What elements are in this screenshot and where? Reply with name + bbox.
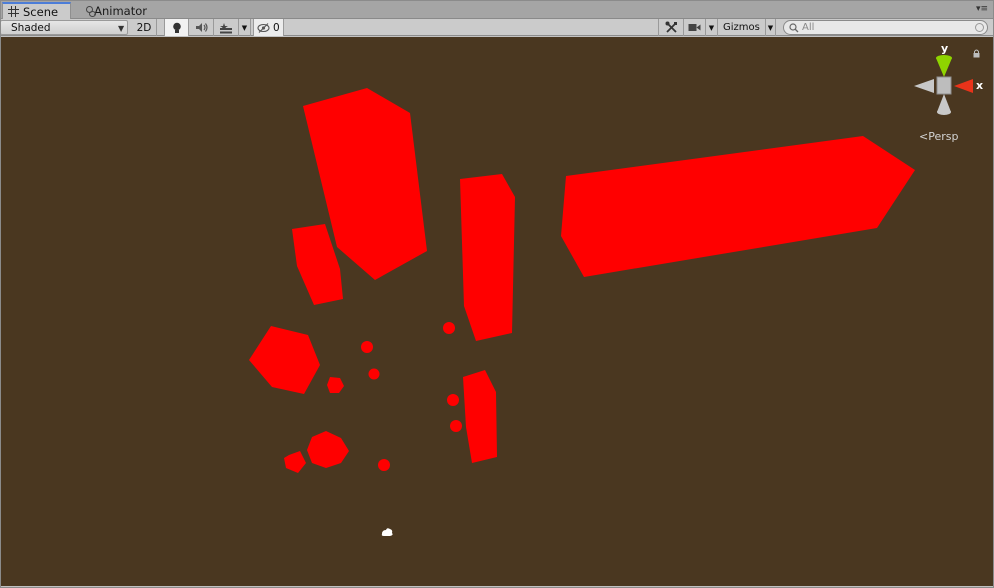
projection-label: Persp (928, 130, 959, 143)
scene-object-lower-pillar[interactable] (463, 370, 497, 463)
scene-object-pentagon[interactable] (284, 451, 306, 473)
speaker-icon (195, 23, 208, 32)
scene-toolbar: Shaded ▼ 2D ▼ 0 ▼ Gizmos ▼ All (0, 19, 994, 36)
tab-animator-label: Animator (94, 3, 147, 18)
tab-animator[interactable]: Animator (79, 2, 153, 19)
scene-object-dot[interactable] (447, 394, 459, 406)
scene-search-field[interactable] (783, 20, 988, 35)
2d-mode-button[interactable]: 2D (132, 19, 157, 36)
chevron-down-icon: ▼ (118, 24, 125, 33)
scene-object-dot[interactable] (443, 322, 455, 334)
effects-icon (220, 22, 232, 33)
gizmo-center-cube[interactable] (936, 76, 952, 95)
camera-settings-button[interactable] (684, 19, 706, 36)
search-icon (789, 22, 799, 32)
scene-viewport[interactable]: y x <Persp (1, 37, 993, 586)
scene-object-octagon[interactable] (307, 431, 349, 468)
eye-slash-icon (257, 22, 270, 33)
tab-menu-icon[interactable]: ▾≡ (976, 5, 988, 14)
gizmo-neg-x-cone[interactable] (914, 79, 934, 93)
shading-mode-dropdown[interactable]: Shaded ▼ (0, 20, 128, 35)
lightbulb-icon (172, 22, 181, 33)
perspective-icon: < (919, 130, 929, 143)
lock-icon[interactable] (973, 49, 980, 58)
camera-dropdown-arrow[interactable]: ▼ (706, 19, 718, 36)
projection-toggle[interactable]: <Persp (919, 130, 958, 143)
search-clear-icon[interactable] (975, 23, 984, 32)
gizmos-button[interactable]: Gizmos (718, 19, 766, 36)
tools-button[interactable] (658, 19, 684, 36)
search-input[interactable] (802, 22, 972, 33)
unity-scene-window: Scene Animator ▾≡ Shaded ▼ 2D ▼ 0 ▼ Gizm… (0, 0, 994, 588)
scene-object-dot[interactable] (450, 420, 462, 432)
animator-icon (84, 5, 97, 17)
hidden-count: 0 (272, 21, 280, 34)
scene-object-long-beam[interactable] (561, 136, 915, 277)
audio-toggle-button[interactable] (189, 19, 214, 36)
effects-toggle-button[interactable] (214, 19, 239, 36)
shading-mode-value: Shaded (11, 21, 51, 34)
scene-object-cloud[interactable] (381, 528, 393, 536)
camera-icon (688, 24, 701, 31)
gizmo-x-cone[interactable] (954, 79, 973, 93)
gizmo-y-label: y (941, 42, 948, 55)
tab-strip: Scene Animator ▾≡ (0, 0, 994, 19)
scene-object-dot[interactable] (378, 459, 390, 471)
scene-object-dot[interactable] (361, 341, 373, 353)
scene-object-small-hex[interactable] (327, 377, 344, 393)
tab-scene[interactable]: Scene (2, 2, 71, 19)
effects-dropdown-arrow[interactable]: ▼ (239, 19, 251, 36)
lighting-toggle-button[interactable] (164, 19, 189, 36)
grid-icon (8, 6, 19, 17)
tools-icon (665, 21, 677, 33)
scene-canvas[interactable]: y x (1, 37, 993, 586)
gizmo-x-label: x (976, 79, 983, 92)
hidden-objects-toggle[interactable]: 0 (253, 19, 284, 36)
scene-object-dot[interactable] (368, 368, 380, 380)
tab-scene-label: Scene (23, 4, 59, 19)
scene-object-hexagon[interactable] (249, 326, 320, 394)
gizmos-dropdown-arrow[interactable]: ▼ (766, 19, 776, 36)
scene-object-middle-pillar[interactable] (460, 174, 515, 341)
